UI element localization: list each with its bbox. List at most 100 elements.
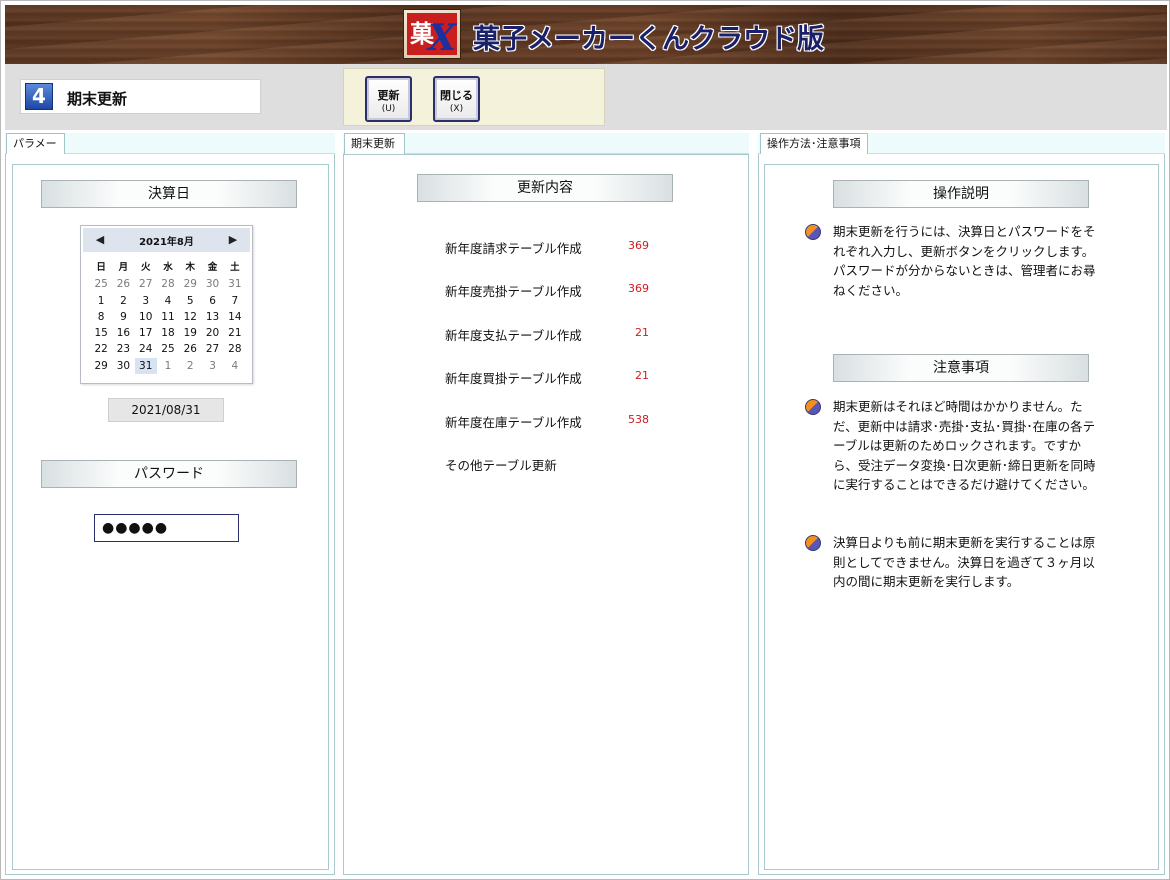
notes-heading: 注意事項 xyxy=(833,354,1089,382)
calendar-day[interactable]: 21 xyxy=(224,325,246,341)
note-text: 期末更新はそれほど時間はかかりません。ただ、更新中は請求･売掛･支払･買掛･在庫… xyxy=(833,399,1096,492)
calendar-day[interactable]: 23 xyxy=(112,341,134,357)
update-item-label: 新年度支払テーブル作成 xyxy=(445,328,582,343)
calendar-day[interactable]: 3 xyxy=(201,358,223,374)
calendar-day[interactable]: 16 xyxy=(112,325,134,341)
update-item-label: 新年度在庫テーブル作成 xyxy=(445,415,582,430)
update-item-label: 新年度買掛テーブル作成 xyxy=(445,371,582,386)
update-item: その他テーブル更新 xyxy=(445,455,649,474)
calendar-day[interactable]: 12 xyxy=(179,309,201,325)
tab-period-end-update[interactable]: 期末更新 xyxy=(344,133,405,155)
calendar-day[interactable]: 8 xyxy=(90,309,112,325)
calendar-day[interactable]: 4 xyxy=(157,293,179,309)
calendar-day[interactable]: 28 xyxy=(157,276,179,292)
header-banner: 菓 X 菓子メーカーくんクラウド版 xyxy=(5,5,1167,64)
tab-parameters[interactable]: パラメータ xyxy=(6,133,65,170)
calendar-day[interactable]: 3 xyxy=(135,293,157,309)
password-input[interactable]: ●●●●● xyxy=(94,514,239,542)
calendar-day[interactable]: 6 xyxy=(201,293,223,309)
calendar-day[interactable]: 7 xyxy=(224,293,246,309)
update-content-heading: 更新内容 xyxy=(417,174,673,202)
calendar-day[interactable]: 20 xyxy=(201,325,223,341)
calendar-weekday-row: 日 月 火 水 木 金 土 xyxy=(90,260,246,276)
calendar-week: 29 30 31 1 2 3 4 xyxy=(90,357,246,375)
update-item-count: 538 xyxy=(628,413,649,426)
calendar-day[interactable]: 15 xyxy=(90,325,112,341)
calendar-day[interactable]: 1 xyxy=(157,358,179,374)
calendar-day[interactable]: 24 xyxy=(135,341,157,357)
calendar: ◀ 2021年8月 ▶ 日 月 火 水 木 金 土 25 26 27 28 29… xyxy=(80,225,253,384)
calendar-day[interactable]: 26 xyxy=(179,341,201,357)
calendar-next-icon[interactable]: ▶ xyxy=(224,231,242,249)
calendar-week: 15 16 17 18 19 20 21 xyxy=(90,325,246,341)
calendar-day-selected[interactable]: 31 xyxy=(134,357,157,375)
calendar-day[interactable]: 11 xyxy=(157,309,179,325)
app-title: 菓子メーカーくんクラウド版 xyxy=(473,24,824,55)
selected-date-display: 2021/08/31 xyxy=(108,398,224,422)
calendar-day[interactable]: 27 xyxy=(201,341,223,357)
calendar-day[interactable]: 29 xyxy=(179,276,201,292)
instructions-heading: 操作説明 xyxy=(833,180,1089,208)
app-window: 菓 X 菓子メーカーくんクラウド版 4 期末更新 更新 (U) 閉じる (X) … xyxy=(0,0,1170,880)
bullet-icon xyxy=(805,224,821,240)
weekday-label: 火 xyxy=(140,262,151,273)
password-heading: パスワード xyxy=(41,460,297,488)
calendar-day[interactable]: 14 xyxy=(224,309,246,325)
update-item: 新年度支払テーブル作成 21 xyxy=(445,325,649,344)
calendar-week: 8 9 10 11 12 13 14 xyxy=(90,309,246,325)
calendar-day[interactable]: 29 xyxy=(90,358,112,374)
calendar-grid: 日 月 火 水 木 金 土 25 26 27 28 29 30 31 1 2 3 xyxy=(90,260,246,375)
weekday-label: 金 xyxy=(207,262,218,273)
update-item-label: 新年度売掛テーブル作成 xyxy=(445,284,582,299)
update-item: 新年度買掛テーブル作成 21 xyxy=(445,368,649,387)
update-item-label: その他テーブル更新 xyxy=(445,458,557,473)
update-item-count: 21 xyxy=(635,369,649,382)
toolbar: 4 期末更新 更新 (U) 閉じる (X) xyxy=(5,64,1167,130)
calendar-day[interactable]: 18 xyxy=(157,325,179,341)
weekday-label: 木 xyxy=(185,262,196,273)
calendar-day[interactable]: 26 xyxy=(112,276,134,292)
calendar-day[interactable]: 30 xyxy=(201,276,223,292)
calendar-day[interactable]: 1 xyxy=(90,293,112,309)
weekday-label: 水 xyxy=(163,262,173,273)
calendar-day[interactable]: 2 xyxy=(179,358,201,374)
calendar-day[interactable]: 31 xyxy=(224,276,246,292)
screen-name: 期末更新 xyxy=(67,90,128,108)
update-item-count: 369 xyxy=(628,239,649,252)
button-area: 更新 (U) 閉じる (X) xyxy=(343,68,605,126)
logo-x: X xyxy=(428,17,456,59)
calendar-day[interactable]: 4 xyxy=(224,358,246,374)
calendar-day[interactable]: 10 xyxy=(135,309,157,325)
update-button[interactable]: 更新 (U) xyxy=(365,76,412,122)
bullet-icon xyxy=(805,535,821,551)
screen-number-badge: 4 xyxy=(25,83,53,110)
calendar-day[interactable]: 28 xyxy=(224,341,246,357)
calendar-day[interactable]: 9 xyxy=(112,309,134,325)
calendar-day[interactable]: 25 xyxy=(90,276,112,292)
calendar-day[interactable]: 5 xyxy=(179,293,201,309)
update-content-panel xyxy=(343,154,749,875)
tab-instructions-notes[interactable]: 操作方法･注意事項 xyxy=(760,133,868,155)
screen-label: 4 期末更新 xyxy=(20,79,261,114)
update-item: 新年度売掛テーブル作成 369 xyxy=(445,281,649,300)
calendar-week: 25 26 27 28 29 30 31 xyxy=(90,276,246,292)
update-item: 新年度請求テーブル作成 369 xyxy=(445,238,649,257)
close-button[interactable]: 閉じる (X) xyxy=(433,76,480,122)
calendar-day[interactable]: 2 xyxy=(112,293,134,309)
calendar-day[interactable]: 13 xyxy=(201,309,223,325)
calendar-week: 1 2 3 4 5 6 7 xyxy=(90,293,246,309)
weekday-label: 日 xyxy=(96,262,106,273)
note-text: 決算日よりも前に期末更新を実行することは原則としてできません。決算日を過ぎて３ヶ… xyxy=(833,535,1096,589)
calendar-header: ◀ 2021年8月 ▶ xyxy=(83,228,250,252)
weekday-label: 土 xyxy=(230,262,240,273)
calendar-week: 22 23 24 25 26 27 28 xyxy=(90,341,246,357)
closing-date-heading: 決算日 xyxy=(41,180,297,208)
calendar-day[interactable]: 25 xyxy=(157,341,179,357)
calendar-day[interactable]: 27 xyxy=(135,276,157,292)
update-item-label: 新年度請求テーブル作成 xyxy=(445,241,582,256)
calendar-day[interactable]: 19 xyxy=(179,325,201,341)
update-item: 新年度在庫テーブル作成 538 xyxy=(445,412,649,431)
calendar-day[interactable]: 22 xyxy=(90,341,112,357)
calendar-day[interactable]: 30 xyxy=(112,358,134,374)
calendar-day[interactable]: 17 xyxy=(135,325,157,341)
